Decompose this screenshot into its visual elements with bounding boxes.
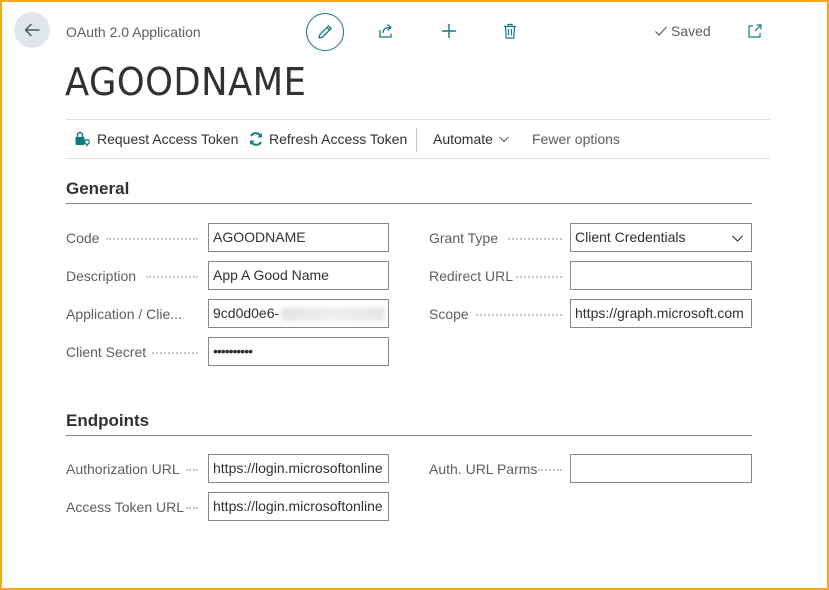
scope-label: Scope [429, 306, 469, 322]
automate-label: Automate [433, 131, 493, 147]
open-new-window-icon [748, 24, 762, 38]
scope-dots [476, 314, 562, 316]
action-bar: Request Access Token Refresh Access Toke… [66, 119, 770, 159]
refresh-icon [250, 132, 262, 146]
grant-type-label: Grant Type [429, 230, 499, 246]
description-dots [146, 276, 198, 278]
redirect-url-label: Redirect URL [429, 268, 514, 284]
authorization-url-label: Authorization URL [66, 461, 180, 477]
chevron-down-icon [499, 136, 509, 143]
client-secret-field[interactable]: •••••••••• [208, 337, 389, 366]
page-frame: OAuth 2.0 Application Saved AGOODNAME Re… [0, 0, 829, 590]
automate-menu[interactable]: Automate [433, 131, 510, 147]
share-button[interactable] [375, 20, 397, 42]
access-token-url-label: Access Token URL [66, 499, 185, 515]
request-access-token-label: Request Access Token [97, 131, 239, 147]
open-new-window-button[interactable] [744, 20, 766, 42]
general-section-title: General [66, 179, 130, 198]
general-section-divider [66, 203, 752, 204]
access-token-url-dots [186, 507, 198, 509]
plus-icon [442, 24, 456, 38]
auth-url-parms-field[interactable] [570, 454, 752, 483]
client-secret-dots [152, 352, 198, 354]
endpoints-section-divider [66, 435, 752, 436]
code-dots [106, 238, 198, 240]
access-token-url-field[interactable]: https://login.microsoftonline [208, 492, 389, 521]
description-field[interactable]: App A Good Name [208, 261, 389, 290]
auth-url-parms-dots [538, 469, 562, 471]
redacted-blur [281, 307, 386, 322]
trash-icon [504, 23, 516, 39]
checkmark-icon [655, 26, 667, 36]
action-separator [416, 128, 417, 152]
authorization-url-field[interactable]: https://login.microsoftonline [208, 454, 389, 483]
delete-button[interactable] [499, 20, 521, 42]
share-icon [379, 24, 392, 38]
endpoints-section-title: Endpoints [66, 411, 150, 430]
grant-type-select[interactable]: Client Credentials [570, 223, 752, 252]
auth-url-parms-label: Auth. URL Parms [429, 461, 538, 477]
fewer-options-label: Fewer options [532, 131, 620, 147]
request-access-token-action[interactable]: Request Access Token [74, 131, 238, 147]
client-id-value: 9cd0d0e6- [213, 305, 280, 321]
saved-status: Saved [654, 23, 711, 39]
grant-type-dots [508, 238, 562, 240]
app-title: OAuth 2.0 Application [66, 24, 201, 40]
grant-type-value: Client Credentials [575, 229, 686, 245]
saved-label: Saved [671, 23, 711, 39]
back-button[interactable] [14, 12, 50, 48]
code-field[interactable]: AGOODNAME [208, 223, 389, 252]
redirect-url-field[interactable] [570, 261, 752, 290]
authorization-url-dots [186, 469, 198, 471]
back-arrow-icon [24, 23, 40, 37]
chevron-down-icon [732, 235, 743, 242]
new-button[interactable] [438, 20, 460, 42]
refresh-access-token-label: Refresh Access Token [269, 131, 408, 147]
redirect-url-dots [516, 276, 562, 278]
description-label: Description [66, 268, 137, 284]
fewer-options-action[interactable]: Fewer options [532, 131, 620, 147]
lock-key-icon [75, 131, 90, 147]
client-id-field[interactable]: 9cd0d0e6- [208, 299, 389, 328]
edit-button[interactable] [306, 13, 344, 51]
scope-field[interactable]: https://graph.microsoft.com [570, 299, 752, 328]
refresh-access-token-action[interactable]: Refresh Access Token [248, 131, 407, 147]
pencil-icon [318, 25, 332, 39]
record-title: AGOODNAME [65, 60, 307, 104]
client-id-label: Application / Clie... [66, 306, 182, 322]
client-secret-label: Client Secret [66, 344, 147, 360]
code-label: Code [66, 230, 100, 246]
